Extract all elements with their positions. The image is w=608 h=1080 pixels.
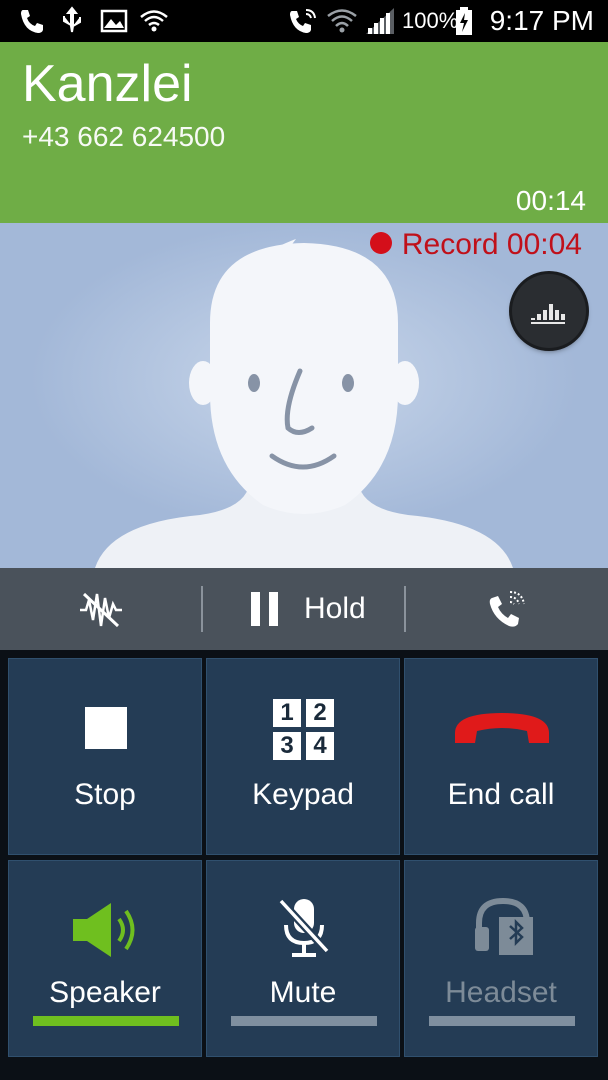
- headset-button: Headset: [404, 860, 598, 1057]
- separator: [404, 586, 406, 632]
- equalizer-icon: [531, 304, 565, 324]
- speaker-active-indicator: [33, 1016, 179, 1026]
- wifi-hotspot-icon: [140, 10, 168, 32]
- keypad-key-4: 4: [306, 732, 334, 760]
- headset-indicator: [429, 1016, 575, 1026]
- bluetooth-headset-icon: [475, 897, 533, 955]
- end-call-icon: [455, 713, 549, 743]
- clock: 9:17 PM: [489, 5, 594, 36]
- wifi-icon: [327, 9, 357, 33]
- speaker-icon: [73, 903, 135, 957]
- pause-icon: [251, 592, 278, 626]
- end-call-label: End call: [447, 778, 555, 811]
- phone-icon: [21, 10, 43, 33]
- headset-label: Headset: [445, 976, 557, 1009]
- keypad-key-3: 3: [273, 732, 301, 760]
- keypad-label: Keypad: [252, 778, 354, 811]
- speaker-button[interactable]: Speaker: [8, 860, 202, 1057]
- keypad-key-2: 2: [306, 699, 334, 727]
- end-call-button[interactable]: End call: [404, 658, 598, 855]
- call-controls-strip: Hold: [0, 568, 608, 650]
- caller-header: Kanzlei +43 662 624500 00:14: [0, 42, 608, 223]
- record-timer: Record 00:04: [401, 228, 582, 261]
- separator: [201, 586, 203, 632]
- mute-label: Mute: [269, 976, 337, 1009]
- caller-number: +43 662 624500: [22, 121, 226, 152]
- keypad-icon: 1 2 3 4: [273, 699, 335, 761]
- battery-icon: [456, 7, 472, 35]
- mic-off-icon: [278, 898, 330, 957]
- action-grid: Stop 1 2 3 4 Keypad End call Speaker Mut…: [0, 650, 608, 1080]
- stop-button[interactable]: Stop: [8, 658, 202, 855]
- record-dot-icon: [370, 232, 392, 254]
- signal-icon: [366, 8, 394, 34]
- speaker-label: Speaker: [49, 976, 161, 1009]
- keypad-button[interactable]: 1 2 3 4 Keypad: [206, 658, 400, 855]
- call-duration: 00:14: [515, 185, 586, 216]
- status-bar: 100% 9:17 PM: [0, 0, 608, 42]
- keypad-key-1: 1: [273, 699, 301, 727]
- call-wifi-icon[interactable]: [484, 586, 530, 632]
- equalizer-button[interactable]: [512, 274, 586, 348]
- battery-percent: 100%: [402, 8, 459, 33]
- mute-button[interactable]: Mute: [206, 860, 400, 1057]
- usb-icon: [63, 6, 81, 33]
- stop-icon: [85, 707, 127, 749]
- call-active-icon: [290, 9, 316, 33]
- noise-reduction-icon[interactable]: [78, 588, 124, 632]
- stop-label: Stop: [74, 778, 136, 811]
- hold-button[interactable]: Hold: [304, 590, 366, 628]
- image-icon: [100, 9, 128, 33]
- caller-name: Kanzlei: [22, 55, 193, 113]
- mute-indicator: [231, 1016, 377, 1026]
